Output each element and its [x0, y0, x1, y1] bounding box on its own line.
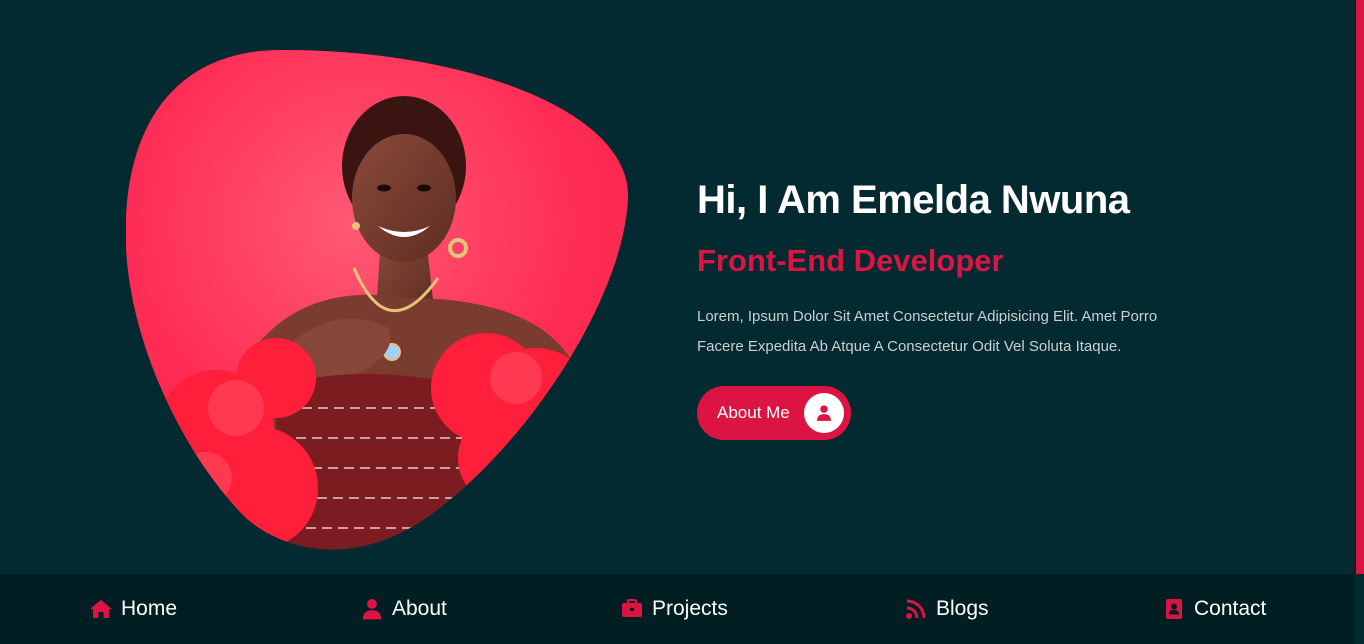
about-me-button[interactable]: About Me [697, 386, 851, 440]
nav-item-contact[interactable]: Contact [1162, 574, 1266, 644]
rss-icon [904, 597, 928, 621]
page-title: Hi, I Am Emelda Nwuna [697, 178, 1130, 222]
scrollbar[interactable] [1354, 0, 1364, 574]
nav-label-about: About [392, 597, 447, 620]
bottom-nav: Home About Projects Blogs Contact [0, 574, 1354, 644]
portrait-photo [126, 48, 630, 552]
nav-item-projects[interactable]: Projects [620, 574, 728, 644]
description-line-1: Lorem, Ipsum Dolor Sit Amet Consectetur … [697, 308, 1158, 325]
nav-label-blogs: Blogs [936, 597, 989, 620]
nav-label-contact: Contact [1194, 597, 1267, 620]
nav-item-about[interactable]: About [360, 574, 447, 644]
description-line-2: Facere Expedita Ab Atque A Consectetur O… [697, 338, 1122, 355]
home-icon [89, 597, 113, 621]
hero-section: Hi, I Am Emelda Nwuna Front-End Develope… [0, 0, 1354, 574]
nav-item-home[interactable]: Home [89, 574, 177, 644]
briefcase-icon [620, 597, 644, 621]
intro-description: Lorem, Ipsum Dolor Sit Amet Consectetur … [697, 302, 1217, 362]
user-icon [360, 597, 384, 621]
about-me-label: About Me [717, 403, 790, 422]
nav-item-blogs[interactable]: Blogs [904, 574, 989, 644]
job-title: Front-End Developer [697, 243, 1004, 278]
nav-label-projects: Projects [652, 597, 728, 620]
address-book-icon [1162, 597, 1186, 621]
user-icon [803, 393, 844, 433]
nav-label-home: Home [121, 597, 178, 620]
intro-block: Hi, I Am Emelda Nwuna Front-End Develope… [697, 176, 1237, 440]
